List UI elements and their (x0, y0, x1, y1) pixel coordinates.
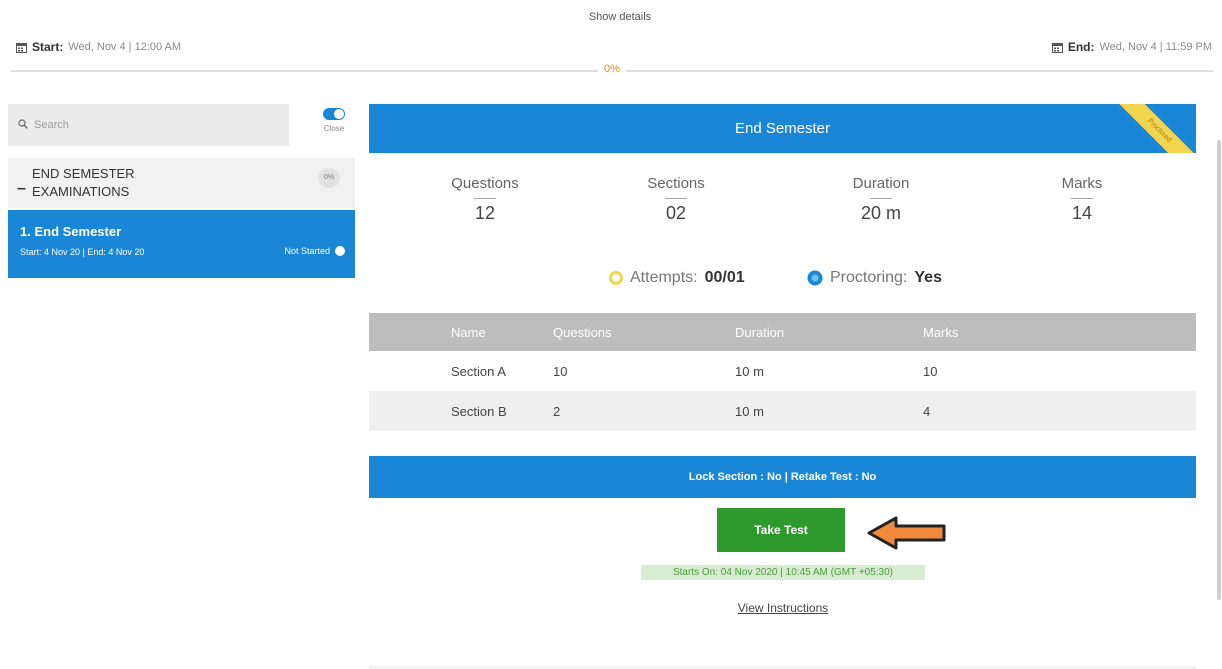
time-progress-percent: 0% (598, 63, 626, 75)
show-details-link[interactable]: Show details (560, 11, 680, 23)
collapse-icon[interactable]: – (17, 180, 26, 198)
table-cell: 2 (552, 391, 734, 431)
table-cell: Section A (451, 363, 506, 379)
scrollbar[interactable] (1217, 140, 1221, 600)
calendar-icon (1051, 42, 1063, 53)
table-header-row: Name Questions Duration Marks (369, 313, 1196, 351)
stat-divider (665, 198, 687, 199)
test-item-status: Not Started (284, 246, 345, 256)
test-item-dates: Start: 4 Nov 20 | End: 4 Nov 20 (20, 247, 145, 257)
table-cell: 10 (553, 363, 568, 379)
toggle-knob (334, 109, 344, 119)
stat-divider (870, 198, 892, 199)
start-date: Start: Wed, Nov 4 | 12:00 AM (16, 40, 181, 54)
end-value: Wed, Nov 4 | 11:59 PM (1099, 41, 1212, 53)
end-date: End: Wed, Nov 4 | 11:59 PM (1051, 40, 1212, 54)
stat-questions: Questions 12 (415, 175, 555, 224)
exam-group-title: END SEMESTER EXAMINATIONS (32, 166, 135, 199)
stat-value: 02 (665, 203, 687, 223)
stat-label: Marks (1061, 175, 1103, 192)
attempts-label: Attempts: (630, 269, 698, 286)
table-cell: 10 m (734, 391, 922, 431)
attempts-info: Attempts: 00/01 (609, 269, 745, 287)
test-title: End Semester (734, 120, 831, 137)
search-icon (18, 118, 28, 132)
start-label: Start: (32, 40, 64, 54)
column-header: Questions (552, 313, 734, 351)
sidebar-toggle[interactable]: Close (314, 108, 354, 133)
start-value: Wed, Nov 4 | 12:00 AM (68, 41, 182, 53)
attempts-icon (609, 271, 623, 285)
test-banner: End Semester Proctored (369, 104, 1196, 153)
stat-value: 12 (474, 203, 496, 223)
stat-label: Sections (647, 175, 705, 192)
table-cell: 10 m (735, 363, 764, 379)
lock-retake-bar: Lock Section : No | Retake Test : No (369, 456, 1196, 498)
take-test-button[interactable]: Take Test (717, 508, 845, 552)
table-cell: 10 (923, 363, 938, 379)
stat-sections: Sections 02 (606, 175, 746, 224)
stat-marks: Marks 14 (1012, 175, 1152, 224)
stat-value: 20 m (860, 203, 902, 223)
stat-label: Duration (852, 175, 910, 192)
sidebar-item-end-semester[interactable]: 1. End Semester Start: 4 Nov 20 | End: 4… (8, 210, 355, 278)
test-item-title: 1. End Semester (20, 224, 122, 239)
proctoring-info: Proctoring: Yes (807, 269, 942, 287)
attempts-value: 00/01 (704, 269, 745, 286)
calendar-icon (16, 42, 27, 53)
table-cell: Section B (369, 391, 552, 431)
stat-duration: Duration 20 m (811, 175, 951, 224)
table-row: Section A 10 10 m 10 (369, 351, 1196, 391)
toggle-label: Close (323, 124, 345, 133)
search-placeholder: Search (34, 119, 69, 131)
column-header: Name (369, 313, 552, 351)
stat-divider (474, 198, 496, 199)
end-label: End: (1067, 40, 1095, 54)
proctoring-value: Yes (914, 269, 942, 286)
exam-group-header[interactable]: – END SEMESTER EXAMINATIONS 0% (8, 158, 355, 208)
starts-on-text: Starts On: 04 Nov 2020 | 10:45 AM (GMT +… (641, 565, 925, 580)
stat-divider (1071, 198, 1093, 199)
group-progress-badge: 0% (318, 168, 340, 188)
toggle-switch[interactable] (323, 108, 345, 120)
table-cell: 4 (922, 391, 1196, 431)
view-instructions-link[interactable]: View Instructions (727, 601, 839, 615)
stat-value: 14 (1071, 203, 1093, 223)
table-row: Section B 2 10 m 4 (369, 391, 1196, 431)
status-label: Not Started (284, 246, 330, 256)
column-header: Marks (922, 313, 1196, 351)
proctoring-icon (807, 270, 823, 286)
stat-label: Questions (451, 175, 519, 192)
column-header: Duration (734, 313, 922, 351)
status-dot-icon (335, 246, 345, 256)
proctoring-label: Proctoring: (830, 269, 908, 286)
sections-table: Name Questions Duration Marks Section A … (369, 313, 1196, 431)
left-arrow-icon (866, 515, 948, 551)
search-input[interactable]: Search (8, 104, 289, 146)
